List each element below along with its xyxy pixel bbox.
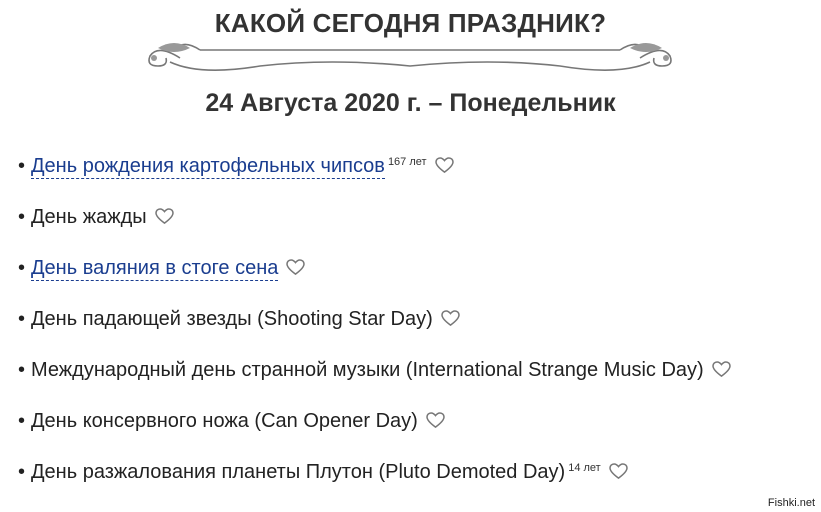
holiday-link[interactable]: День рождения картофельных чипсов [31,155,385,179]
heart-outline-icon[interactable] [434,157,454,174]
bullet: • [18,410,26,432]
watermark: Fishki.net [767,497,815,509]
list-item: • День падающей звезды (Shooting Star Day… [18,305,460,333]
list-item: • День рождения картофельных чипсов 167 ле… [18,152,454,180]
bullet: • [18,461,26,483]
list-item: • День разжалования планеты Плутон (Pluto… [18,458,628,486]
heart-outline-icon[interactable] [441,310,460,327]
heart-outline-icon[interactable] [711,361,731,378]
list-item: • Международный день странной музыки (Int… [18,356,731,384]
holiday-label: День жажды [31,206,147,228]
holiday-label: День падающей звезды (Shooting Star Day) [31,308,433,330]
holiday-label: День консервного ножа (Can Opener Day) [31,410,418,432]
bullet: • [18,308,26,330]
years-badge: 14 лет [568,462,601,474]
holiday-label: Международный день странной музыки (Inte… [31,359,704,381]
years-badge: 167 лет [387,156,427,168]
bullet: • [18,257,26,279]
holiday-link[interactable]: День валяния в стоге сена [31,257,279,281]
page-title: КАКОЙ СЕГОДНЯ ПРАЗДНИК? [214,8,607,38]
bullet: • [18,155,26,177]
holiday-label: День разжалования планеты Плутон (Pluto … [31,461,566,483]
list-item: • День консервного ножа (Can Opener Day) [18,407,445,435]
heart-outline-icon[interactable] [286,259,306,276]
bullet: • [18,359,26,381]
bullet: • [18,206,26,228]
scroll-ornament-icon [148,43,672,71]
heart-outline-icon[interactable] [154,208,174,225]
heart-outline-icon[interactable] [608,463,628,480]
list-item: • День валяния в стоге сена [18,254,306,282]
date-heading: 24 Августа 2020 г. – Понедельник [205,89,616,117]
heart-outline-icon[interactable] [426,412,445,429]
list-item: • День жажды [18,203,174,231]
